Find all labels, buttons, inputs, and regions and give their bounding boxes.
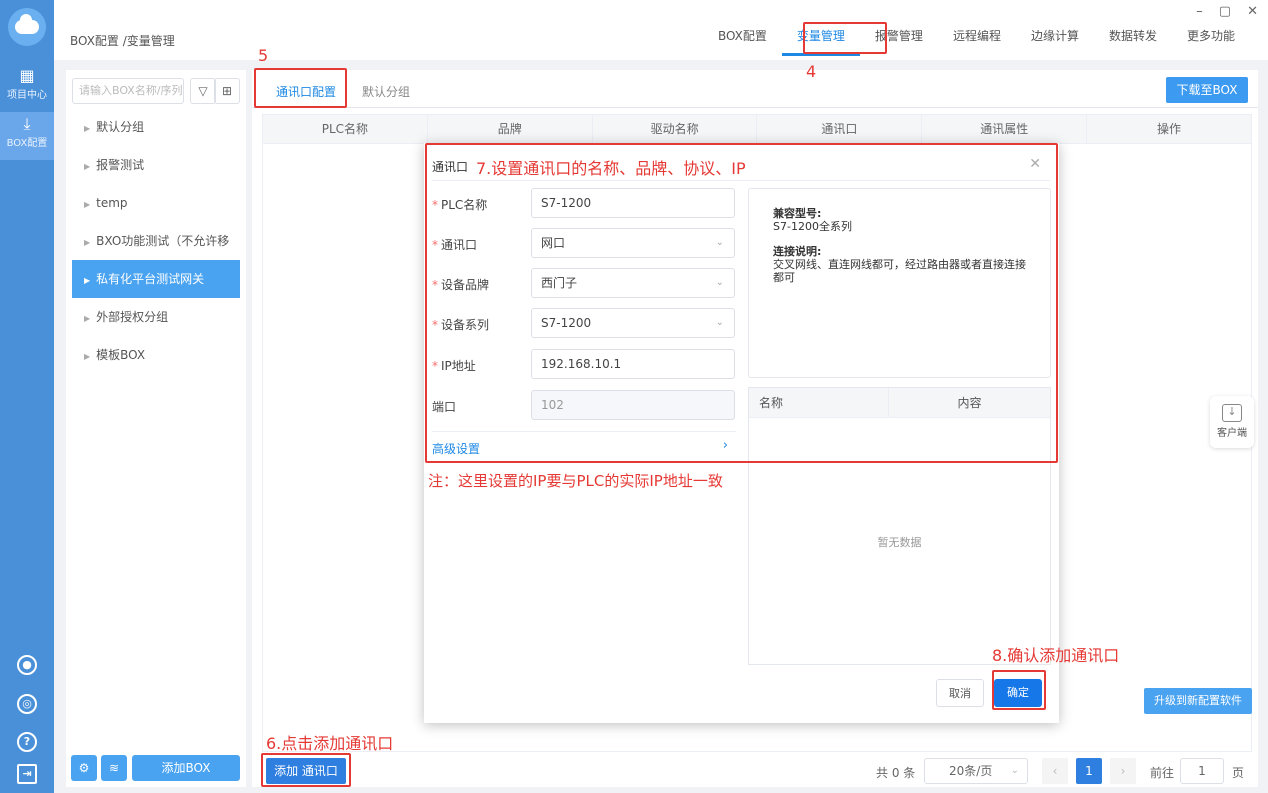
- annotation-box-variable-tab: [803, 22, 887, 54]
- annotation-note: 注：这里设置的IP要与PLC的实际IP地址一致: [428, 472, 723, 490]
- annotation-step-8: 8.确认添加通讯口: [992, 646, 1120, 665]
- annotation-box-add-port: [261, 753, 351, 787]
- user-icon[interactable]: ●: [17, 655, 37, 675]
- annotation-box-form: [425, 143, 1058, 463]
- logout-icon[interactable]: ⇥: [17, 764, 37, 784]
- globe-icon[interactable]: ◎: [17, 694, 37, 714]
- app-logo-icon: [8, 8, 46, 46]
- rail-item-project-center[interactable]: ▦ 项目中心: [0, 64, 54, 112]
- rail-item-box-config[interactable]: ⤓ BOX配置: [0, 112, 54, 160]
- left-rail: ▦ 项目中心 ⤓ BOX配置 ● ◎ ? ⇥: [0, 0, 54, 793]
- annotation-box-port-tab: [254, 68, 347, 108]
- annotation-step-7: 7.设置通讯口的名称、品牌、协议、IP: [476, 159, 746, 178]
- annotation-step-4: 4: [806, 62, 817, 81]
- annotation-step-5: 5: [258, 46, 269, 65]
- annotation-step-6: 6.点击添加通讯口: [266, 734, 394, 753]
- help-icon[interactable]: ?: [17, 732, 37, 752]
- grid-icon: ▦: [19, 66, 35, 85]
- annotation-box-confirm: [992, 670, 1046, 710]
- download-icon: ⤓: [23, 114, 31, 133]
- empty-text: 暂无数据: [877, 536, 922, 549]
- cancel-button[interactable]: 取消: [936, 679, 984, 707]
